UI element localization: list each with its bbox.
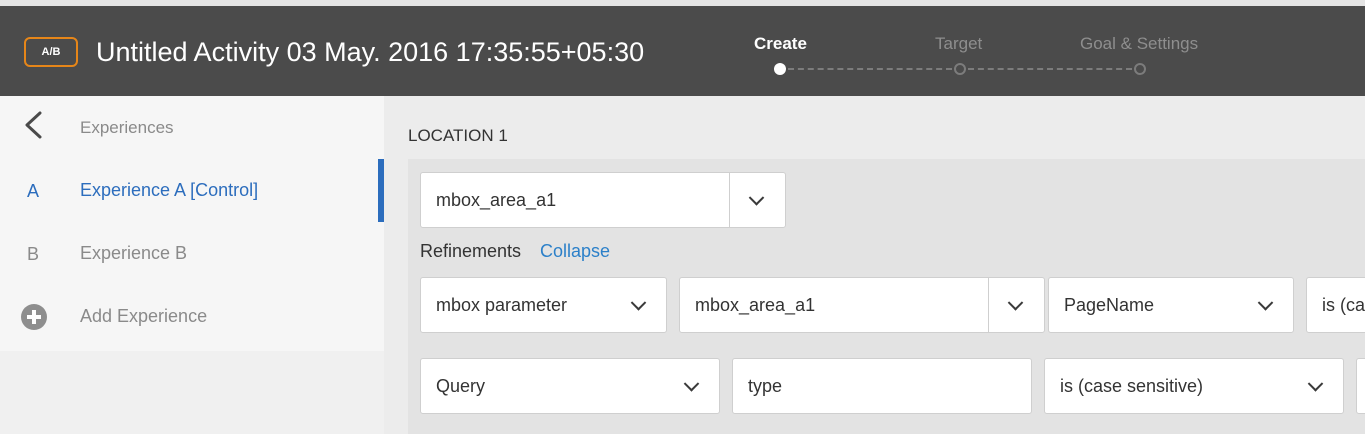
- experiences-heading: Experiences: [80, 118, 174, 137]
- refinement-mbox-dropdown-button[interactable]: [988, 278, 1044, 332]
- step-dot-create: [774, 63, 786, 75]
- activity-header: A/B Untitled Activity 03 May. 2016 17:35…: [0, 6, 1365, 96]
- step-connector: [788, 68, 952, 70]
- mbox-select-value: mbox_area_a1: [436, 190, 557, 210]
- step-dot-goal: [1134, 63, 1146, 75]
- parameter-select[interactable]: PageName: [1048, 277, 1294, 333]
- refinement-type-value: mbox parameter: [436, 295, 568, 315]
- experience-item-a[interactable]: Experience A [Control]: [80, 180, 258, 201]
- query-value-input[interactable]: type: [732, 358, 1032, 414]
- activity-title[interactable]: Untitled Activity 03 May. 2016 17:35:55+…: [96, 36, 644, 68]
- ab-test-badge: A/B: [24, 37, 78, 67]
- step-goal-settings[interactable]: Goal & Settings: [1080, 34, 1198, 54]
- chevron-down-icon: [683, 376, 700, 392]
- refinements-label: Refinements: [420, 241, 522, 261]
- query-value-text: type: [748, 376, 783, 396]
- chevron-down-icon: [630, 295, 647, 311]
- experiences-sidebar: Experiences A Experience A [Control] B E…: [0, 96, 384, 434]
- mbox-dropdown-button[interactable]: [729, 173, 785, 227]
- step-dot-target: [954, 63, 966, 75]
- query-type-select[interactable]: Query: [420, 358, 720, 414]
- chevron-down-icon: [748, 190, 765, 206]
- experience-item-b[interactable]: Experience B: [80, 243, 187, 264]
- mbox-select[interactable]: mbox_area_a1: [420, 172, 786, 228]
- parameter-value: PageName: [1064, 295, 1155, 315]
- collapse-link[interactable]: Collapse: [540, 241, 610, 262]
- experience-letter-b: B: [26, 244, 39, 264]
- add-experience-button[interactable]: Add Experience: [80, 306, 207, 327]
- location-editor: LOCATION 1 mbox_area_a1 Refinements Coll…: [384, 96, 1365, 434]
- step-connector: [968, 68, 1132, 70]
- back-chevron-icon[interactable]: [20, 110, 50, 140]
- chevron-down-icon: [1007, 295, 1024, 311]
- step-target[interactable]: Target: [935, 34, 982, 54]
- operator-value: is (cas: [1322, 295, 1365, 315]
- operator-select[interactable]: is (cas: [1306, 277, 1365, 333]
- query-operator-value: is (case sensitive): [1060, 376, 1204, 396]
- query-type-value: Query: [436, 376, 486, 396]
- location-label: LOCATION 1: [408, 126, 508, 145]
- add-circle-icon[interactable]: [21, 304, 47, 330]
- query-extra-field[interactable]: [1356, 358, 1365, 414]
- query-operator-select[interactable]: is (case sensitive): [1044, 358, 1344, 414]
- refinement-mbox-select[interactable]: mbox_area_a1: [679, 277, 1045, 333]
- experience-letter-a: A: [26, 181, 39, 201]
- refinement-mbox-value: mbox_area_a1: [695, 295, 816, 315]
- chevron-down-icon: [1307, 376, 1324, 392]
- refinement-type-select[interactable]: mbox parameter: [420, 277, 667, 333]
- step-create[interactable]: Create: [754, 34, 807, 54]
- chevron-down-icon: [1257, 295, 1274, 311]
